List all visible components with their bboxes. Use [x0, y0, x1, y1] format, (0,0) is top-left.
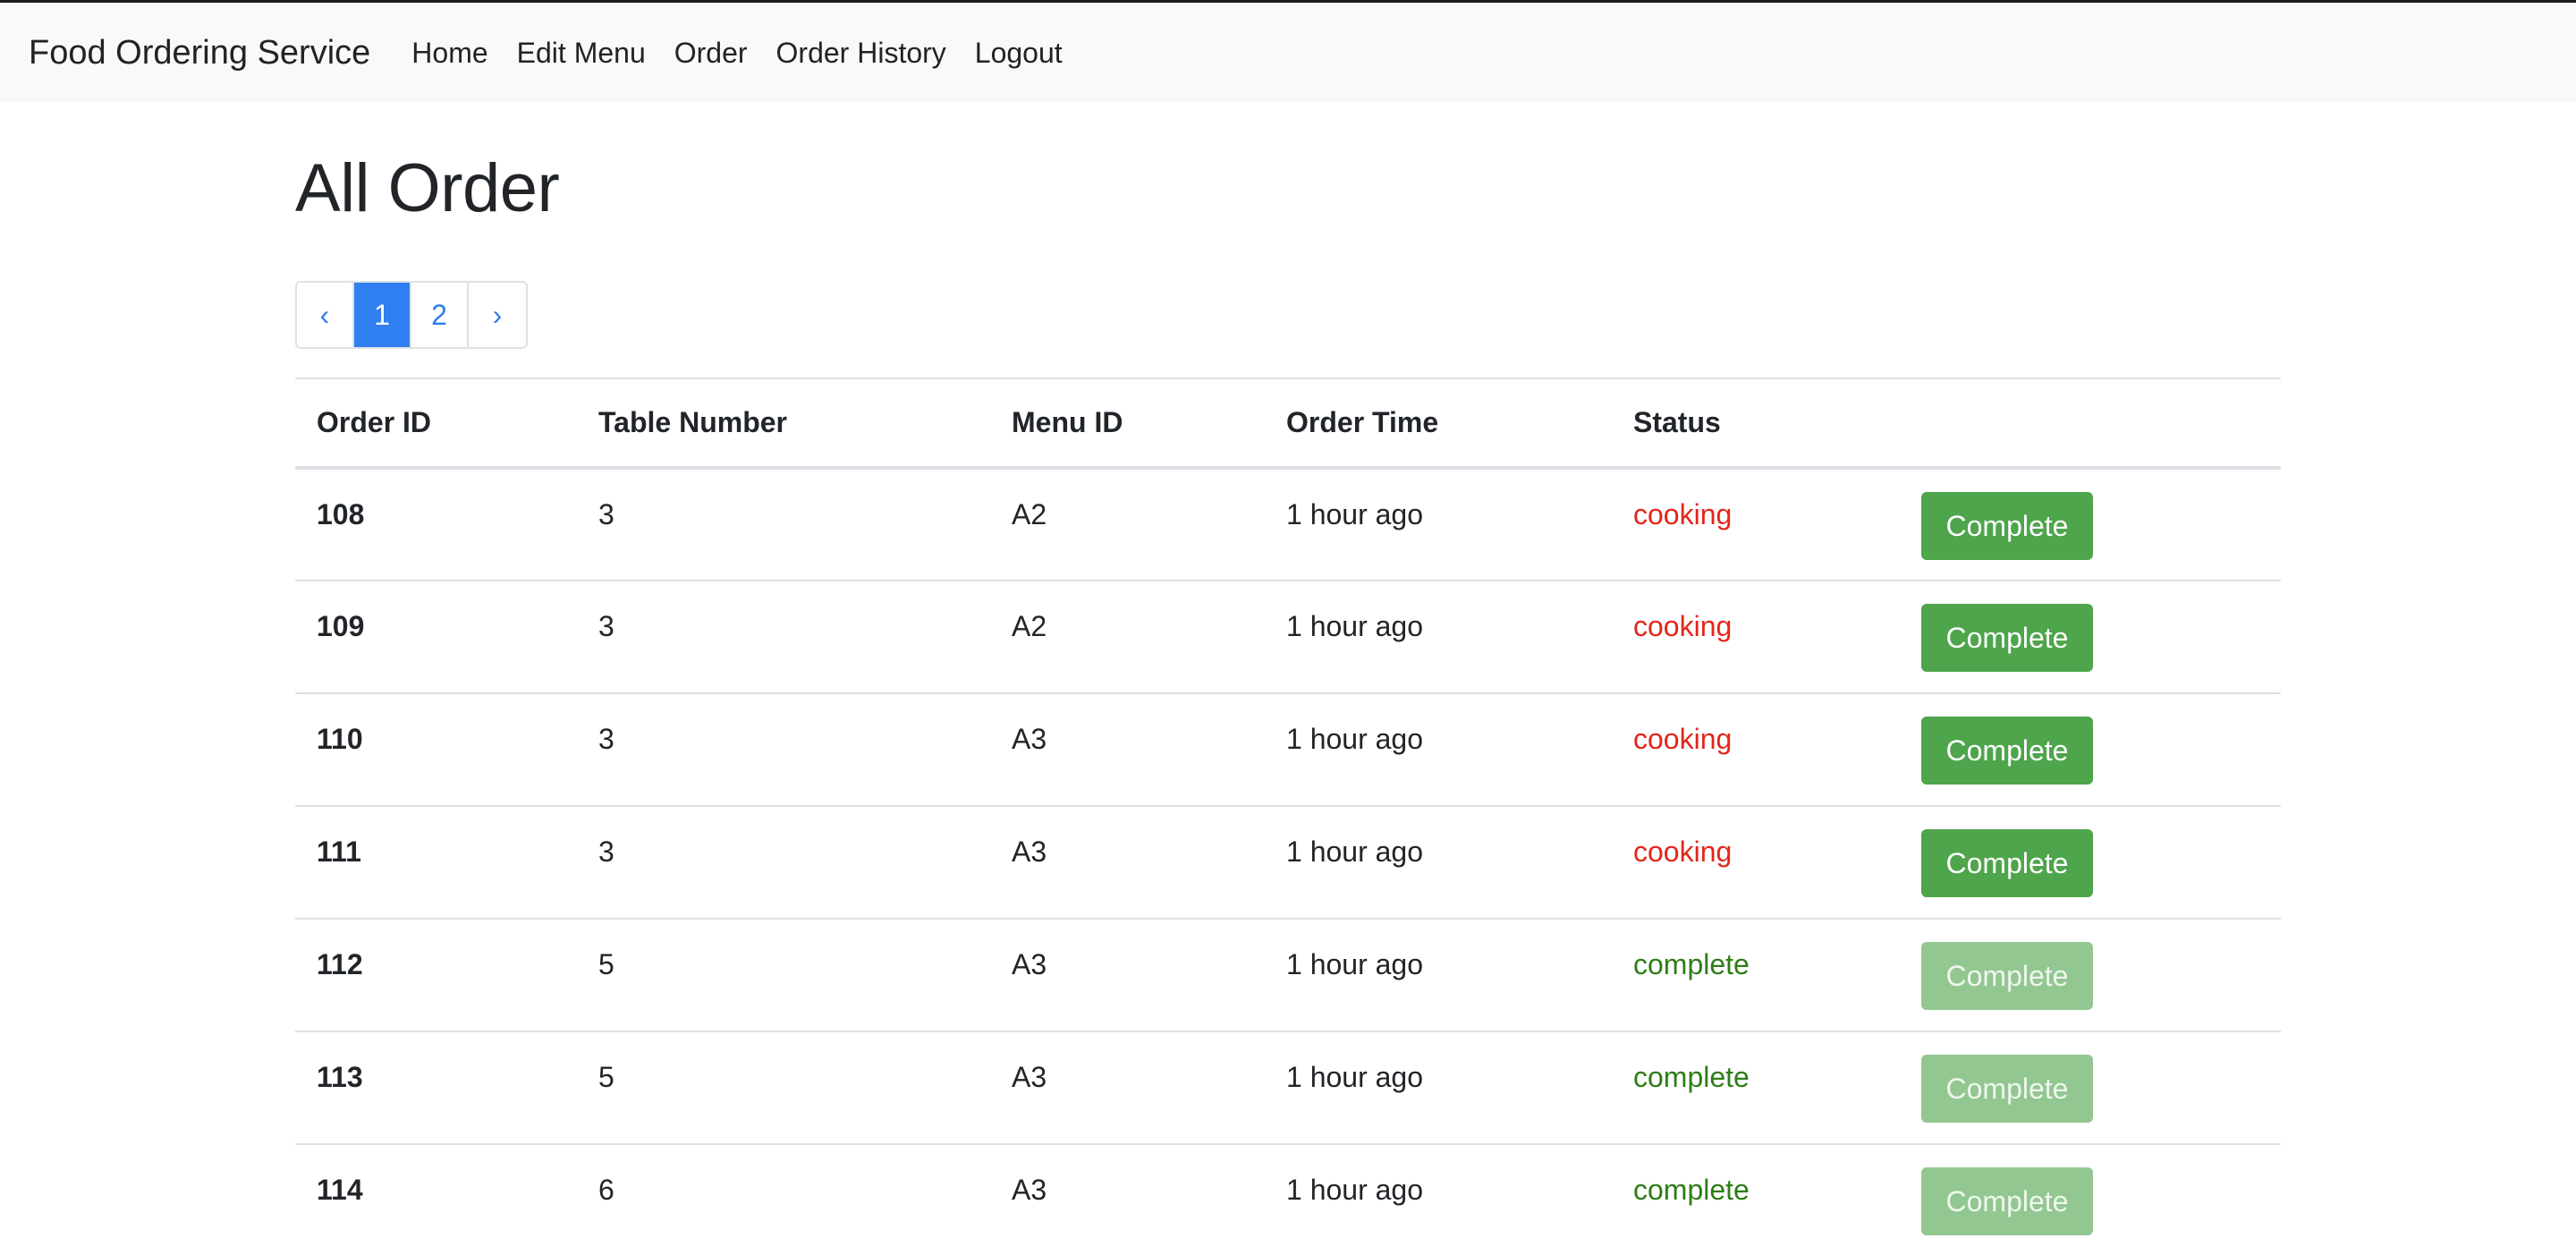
nav-link-edit-menu[interactable]: Edit Menu — [517, 37, 646, 70]
nav-link-logout[interactable]: Logout — [975, 37, 1063, 70]
order-time-cell: 1 hour ago — [1265, 581, 1612, 694]
navbar: Food Ordering Service Home Edit Menu Ord… — [0, 3, 2576, 103]
orders-table-body: 108 3 A2 1 hour ago cooking Complete 109 3 A2 1 h… — [295, 468, 2281, 1247]
header-action — [1900, 377, 2281, 470]
menu-id-cell: A3 — [990, 919, 1265, 1032]
complete-button[interactable]: Complete — [1921, 604, 2093, 672]
status-cell: cooking — [1612, 806, 1900, 920]
table-number-cell: 3 — [577, 581, 990, 694]
table-row: 112 5 A3 1 hour ago complete Complete — [295, 919, 2281, 1032]
menu-id-cell: A3 — [990, 1144, 1265, 1247]
menu-id-cell: A2 — [990, 468, 1265, 581]
complete-button[interactable]: Complete — [1921, 1055, 2093, 1123]
table-row: 113 5 A3 1 hour ago complete Complete — [295, 1031, 2281, 1145]
action-cell: Complete — [1900, 1031, 2281, 1145]
order-time-cell: 1 hour ago — [1265, 693, 1612, 807]
table-number-cell: 6 — [577, 1144, 990, 1247]
navbar-brand[interactable]: Food Ordering Service — [29, 34, 370, 72]
nav-link-order-history[interactable]: Order History — [776, 37, 946, 70]
order-id-cell: 108 — [295, 468, 577, 581]
header-status: Status — [1612, 377, 1900, 470]
order-time-cell: 1 hour ago — [1265, 1031, 1612, 1145]
pagination-page-1[interactable]: 1 — [354, 283, 411, 347]
menu-id-cell: A3 — [990, 1031, 1265, 1145]
action-cell: Complete — [1900, 919, 2281, 1032]
action-cell: Complete — [1900, 468, 2281, 581]
table-row: 110 3 A3 1 hour ago cooking Complete — [295, 693, 2281, 807]
nav-link-home[interactable]: Home — [411, 37, 487, 70]
status-cell: cooking — [1612, 581, 1900, 694]
table-number-cell: 3 — [577, 693, 990, 807]
table-row: 109 3 A2 1 hour ago cooking Complete — [295, 581, 2281, 694]
pagination-next-button[interactable]: › — [469, 283, 526, 347]
order-id-cell: 112 — [295, 919, 577, 1032]
header-table-number: Table Number — [577, 377, 990, 470]
table-row: 111 3 A3 1 hour ago cooking Complete — [295, 806, 2281, 920]
status-cell: cooking — [1612, 693, 1900, 807]
order-id-cell: 114 — [295, 1144, 577, 1247]
menu-id-cell: A3 — [990, 693, 1265, 807]
table-header-row: Order ID Table Number Menu ID Order Time… — [295, 377, 2281, 470]
status-cell: complete — [1612, 1031, 1900, 1145]
complete-button[interactable]: Complete — [1921, 1167, 2093, 1235]
table-row: 108 3 A2 1 hour ago cooking Complete — [295, 468, 2281, 581]
orders-table: Order ID Table Number Menu ID Order Time… — [295, 377, 2281, 1247]
nav-link-order[interactable]: Order — [674, 37, 748, 70]
action-cell: Complete — [1900, 693, 2281, 807]
menu-id-cell: A2 — [990, 581, 1265, 694]
header-order-id: Order ID — [295, 377, 577, 470]
table-row: 114 6 A3 1 hour ago complete Complete — [295, 1144, 2281, 1247]
order-id-cell: 109 — [295, 581, 577, 694]
pagination-prev-button[interactable]: ‹ — [297, 283, 354, 347]
menu-id-cell: A3 — [990, 806, 1265, 920]
order-id-cell: 111 — [295, 806, 577, 920]
header-order-time: Order Time — [1265, 377, 1612, 470]
table-number-cell: 3 — [577, 806, 990, 920]
complete-button[interactable]: Complete — [1921, 492, 2093, 560]
table-number-cell: 5 — [577, 919, 990, 1032]
complete-button[interactable]: Complete — [1921, 829, 2093, 897]
action-cell: Complete — [1900, 806, 2281, 920]
pagination-page-2[interactable]: 2 — [411, 283, 469, 347]
order-time-cell: 1 hour ago — [1265, 919, 1612, 1032]
order-time-cell: 1 hour ago — [1265, 1144, 1612, 1247]
order-id-cell: 113 — [295, 1031, 577, 1145]
order-time-cell: 1 hour ago — [1265, 468, 1612, 581]
complete-button[interactable]: Complete — [1921, 942, 2093, 1010]
complete-button[interactable]: Complete — [1921, 717, 2093, 785]
action-cell: Complete — [1900, 581, 2281, 694]
page-title: All Order — [295, 150, 560, 226]
main-content: All Order ‹ 1 2 › Order ID Table Number … — [295, 106, 2281, 1247]
order-time-cell: 1 hour ago — [1265, 806, 1612, 920]
pagination: ‹ 1 2 › — [295, 281, 528, 349]
action-cell: Complete — [1900, 1144, 2281, 1247]
table-number-cell: 5 — [577, 1031, 990, 1145]
header-menu-id: Menu ID — [990, 377, 1265, 470]
status-cell: complete — [1612, 919, 1900, 1032]
status-cell: cooking — [1612, 468, 1900, 581]
table-number-cell: 3 — [577, 468, 990, 581]
order-id-cell: 110 — [295, 693, 577, 807]
status-cell: complete — [1612, 1144, 1900, 1247]
